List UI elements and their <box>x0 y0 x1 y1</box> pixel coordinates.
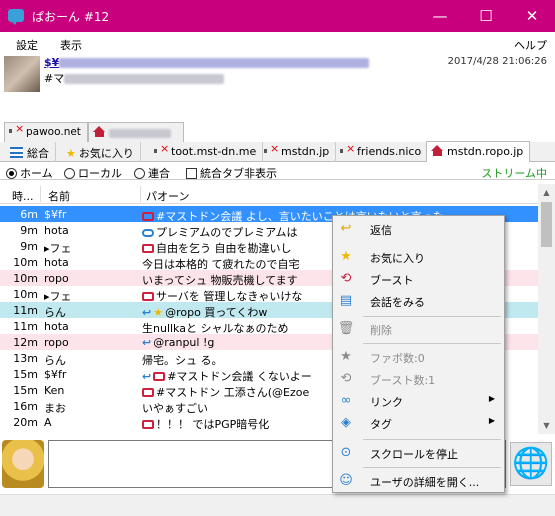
menu-view[interactable]: 表示 <box>60 37 82 53</box>
boost-icon <box>142 244 154 253</box>
list-icon <box>10 147 23 158</box>
star-icon: ★ <box>66 147 76 160</box>
maximize-button[interactable]: ☐ <box>463 0 509 32</box>
home-icon <box>431 145 444 156</box>
menu-item-boost-count: ⟲ ブースト数:1 <box>335 368 503 390</box>
status-bar <box>0 494 555 516</box>
title-bar: ぱおーん #12 — ☐ ✕ <box>0 0 555 32</box>
close-button[interactable]: ✕ <box>509 0 555 32</box>
app-icon <box>8 9 24 25</box>
link-icon <box>142 229 154 237</box>
boost-icon <box>142 420 154 429</box>
home-icon <box>93 126 106 137</box>
menu-help[interactable]: ヘルプ <box>514 37 547 53</box>
conversation-icon: ▤ <box>339 293 353 308</box>
tab-friends-nico[interactable]: friends.nico <box>336 142 429 162</box>
filter-row: ホーム ローカル 連合 統合タブ非表示 ストリーム中 <box>0 162 555 180</box>
boost-icon: ⟲ <box>340 271 352 286</box>
stop-scroll-icon: ⊙ <box>340 445 352 460</box>
preview-text: #マ <box>44 70 225 86</box>
reply-icon: ↩ <box>142 336 152 349</box>
boost-icon <box>142 388 154 397</box>
radio-home[interactable]: ホーム <box>6 165 53 181</box>
window-title: ぱおーん #12 <box>32 10 110 24</box>
tab-favorites[interactable]: ★ お気に入り <box>62 142 141 162</box>
preview-user-link[interactable]: $¥ <box>44 56 370 69</box>
preview-timestamp: 2017/4/28 21:06:26 <box>447 56 547 67</box>
tab-all[interactable]: 総合 <box>6 142 56 162</box>
post-preview: $¥ #マ 2017/4/28 21:06:26 <box>0 54 555 120</box>
scroll-up-icon[interactable]: ▲ <box>538 184 555 201</box>
user-icon: ☺ <box>339 473 353 488</box>
link-icon: ∞ <box>340 393 352 408</box>
boost-icon <box>153 372 166 381</box>
list-header: 時... 名前 パオーン <box>0 184 538 204</box>
globe-icon[interactable]: 🌐 <box>510 442 552 486</box>
character-avatar <box>2 440 44 488</box>
menu-item-tag[interactable]: ◈ タグ ▶ <box>335 412 503 434</box>
scroll-thumb[interactable] <box>541 202 552 247</box>
tag-icon: ◈ <box>341 415 351 430</box>
radio-local[interactable]: ローカル <box>64 165 122 181</box>
muted-speaker-icon <box>264 142 279 156</box>
menu-item-user-detail[interactable]: ☺ ユーザの詳細を開く... <box>335 470 503 492</box>
minimize-button[interactable]: — <box>417 0 463 32</box>
scroll-down-icon[interactable]: ▼ <box>538 417 555 434</box>
account-tabs: pawoo.net <box>0 122 555 142</box>
checkbox-unified[interactable]: 統合タブ非表示 <box>186 165 277 181</box>
menu-item-link[interactable]: ∞ リンク ▶ <box>335 390 503 412</box>
radio-federated[interactable]: 連合 <box>134 165 170 181</box>
boost-icon <box>142 292 154 301</box>
menu-item-reply[interactable]: ↩ 返信 <box>335 218 503 240</box>
column-post[interactable]: パオーン <box>146 188 189 204</box>
menu-item-delete[interactable]: 🗑 削除 <box>335 318 503 340</box>
submenu-arrow-icon: ▶ <box>488 416 495 425</box>
star-icon: ★ <box>340 249 352 264</box>
tab-mstdn-jp[interactable]: mstdn.jp <box>260 142 337 162</box>
trash-icon: 🗑 <box>337 321 355 336</box>
muted-speaker-icon <box>340 142 355 156</box>
tab-mstdn-ropo-jp[interactable]: mstdn.ropo.jp <box>426 141 531 163</box>
avatar <box>4 56 40 92</box>
menu-item-fav-count: ★ ファボ数:0 <box>335 346 503 368</box>
menu-bar: 設定 表示 ヘルプ <box>0 32 555 54</box>
muted-speaker-icon <box>154 142 169 156</box>
account-tab-2[interactable] <box>88 122 184 142</box>
reply-icon: ↩ <box>340 221 352 236</box>
star-icon: ★ <box>340 349 352 364</box>
column-name[interactable]: 名前 <box>48 188 70 204</box>
menu-item-conversation[interactable]: ▤ 会話をみる <box>335 290 503 312</box>
menu-item-stop-scroll[interactable]: ⊙ スクロールを停止 <box>335 442 503 464</box>
account-tab-pawoo[interactable]: pawoo.net <box>4 122 88 142</box>
boost-icon <box>142 212 154 221</box>
column-time[interactable]: 時... <box>12 188 34 204</box>
tab-toot-mst-dn-me[interactable]: toot.mst-dn.me <box>150 142 264 162</box>
vertical-scrollbar[interactable]: ▲ ▼ <box>538 184 555 434</box>
context-menu: ↩ 返信 ★ お気に入り ⟲ ブースト ▤ 会話をみる 🗑 削除 ★ ファボ数:0 ⟲ ブース… <box>332 215 505 493</box>
menu-settings[interactable]: 設定 <box>16 37 38 53</box>
boost-icon: ⟲ <box>340 371 352 386</box>
muted-speaker-icon <box>9 122 24 136</box>
menu-item-favorite[interactable]: ★ お気に入り <box>335 246 503 268</box>
submenu-arrow-icon: ▶ <box>488 394 495 403</box>
stream-status: ストリーム中 <box>481 167 547 180</box>
menu-item-boost[interactable]: ⟲ ブースト <box>335 268 503 290</box>
timeline-tabs: 総合 ★お気に入り toot.mst-dn.me mstdn.jp friend… <box>0 141 555 163</box>
